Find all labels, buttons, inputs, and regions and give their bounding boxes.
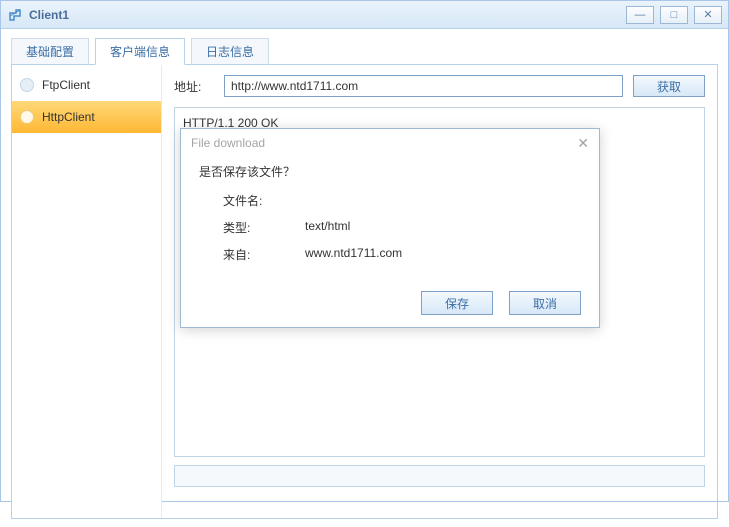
dialog-row-type: 类型: text/html: [199, 219, 581, 236]
dot-icon: [20, 78, 34, 92]
sidebar-item-httpclient[interactable]: HttpClient: [12, 101, 161, 133]
minimize-button[interactable]: —: [626, 6, 654, 24]
type-value: text/html: [269, 219, 350, 236]
dialog-body: 是否保存该文件？ 文件名: 类型: text/html 来自: www.ntd1…: [181, 157, 599, 279]
dialog-titlebar: File download ✕: [181, 129, 599, 157]
app-icon: [7, 7, 23, 23]
close-icon[interactable]: ✕: [577, 135, 589, 152]
address-label: 地址:: [174, 78, 214, 95]
sidebar-item-ftpclient[interactable]: FtpClient: [12, 69, 161, 101]
from-label: 来自:: [199, 246, 269, 263]
address-row: 地址: 获取: [174, 75, 705, 97]
save-button[interactable]: 保存: [421, 291, 493, 315]
tab-log-info[interactable]: 日志信息: [191, 38, 269, 65]
fetch-button[interactable]: 获取: [633, 75, 705, 97]
status-bar: [174, 465, 705, 487]
window-title: Client1: [29, 8, 626, 22]
dialog-title: File download: [191, 136, 265, 150]
titlebar: Client1 — □ ✕: [1, 1, 728, 29]
sidebar: FtpClient HttpClient: [12, 65, 162, 518]
type-label: 类型:: [199, 219, 269, 236]
dialog-row-filename: 文件名:: [199, 192, 581, 209]
dialog-row-from: 来自: www.ntd1711.com: [199, 246, 581, 263]
tab-client-info[interactable]: 客户端信息: [95, 38, 185, 65]
filename-label: 文件名:: [199, 192, 269, 209]
from-value: www.ntd1711.com: [269, 246, 402, 263]
cancel-button[interactable]: 取消: [509, 291, 581, 315]
address-input[interactable]: [224, 75, 623, 97]
tabs: 基础配置 客户端信息 日志信息: [11, 37, 718, 64]
maximize-button[interactable]: □: [660, 6, 688, 24]
dialog-question: 是否保存该文件？: [199, 163, 581, 180]
tab-basic-config[interactable]: 基础配置: [11, 38, 89, 65]
tab-label: 基础配置: [26, 45, 74, 59]
sidebar-item-label: FtpClient: [42, 78, 90, 92]
filename-value: [269, 192, 305, 209]
tab-label: 客户端信息: [110, 45, 170, 59]
file-download-dialog: File download ✕ 是否保存该文件？ 文件名: 类型: text/h…: [180, 128, 600, 328]
dialog-footer: 保存 取消: [421, 291, 581, 315]
window-buttons: — □ ✕: [626, 6, 722, 24]
tab-label: 日志信息: [206, 45, 254, 59]
close-button[interactable]: ✕: [694, 6, 722, 24]
sidebar-item-label: HttpClient: [42, 110, 95, 124]
dot-icon: [20, 110, 34, 124]
